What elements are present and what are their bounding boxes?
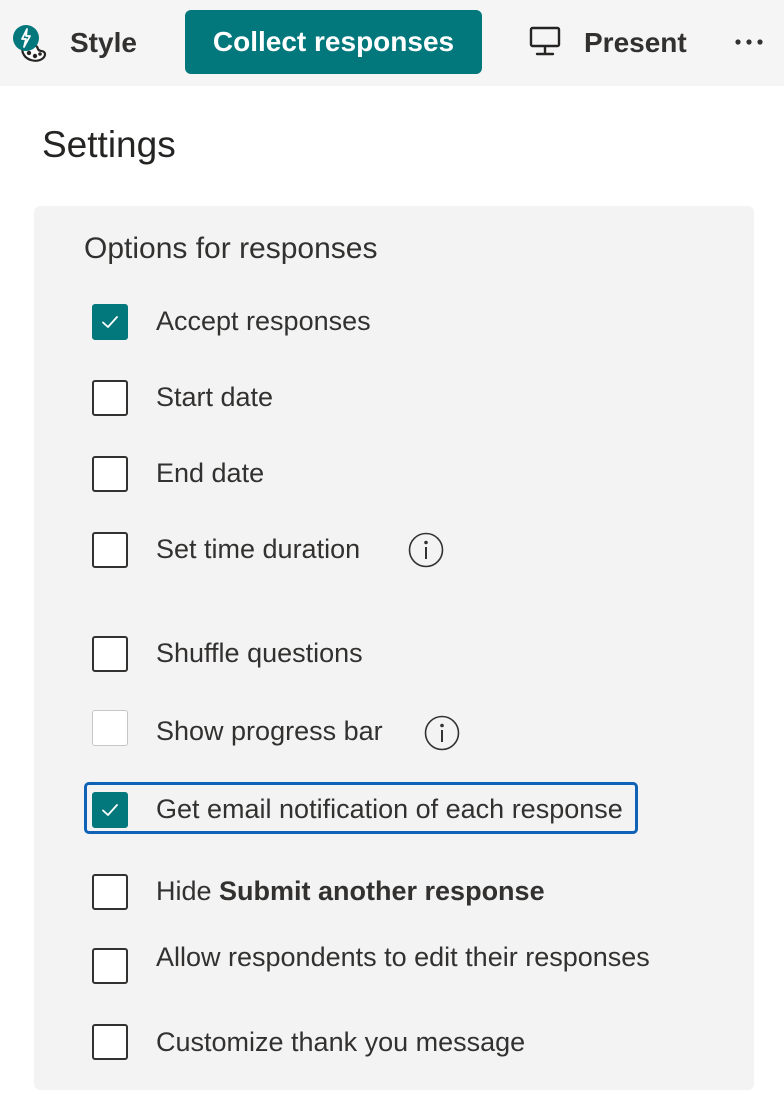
option-label: Start date bbox=[156, 382, 274, 412]
present-button[interactable]: Present bbox=[528, 14, 687, 72]
set-time-duration-checkbox[interactable] bbox=[92, 532, 128, 568]
end-date-checkbox[interactable] bbox=[92, 456, 128, 492]
option-label: Show progress bar bbox=[156, 716, 383, 746]
ellipsis-icon bbox=[734, 33, 766, 51]
monitor-icon bbox=[528, 24, 562, 63]
settings-title: Settings bbox=[42, 124, 176, 165]
option-label-bold: Submit another response bbox=[219, 876, 545, 906]
checkmark-icon bbox=[102, 804, 118, 816]
option-label: Customize thank you message bbox=[156, 1027, 526, 1057]
style-label: Style bbox=[70, 27, 137, 58]
shuffle-questions-checkbox[interactable] bbox=[92, 636, 128, 672]
option-label: Shuffle questions bbox=[156, 638, 363, 668]
option-label: Accept responses bbox=[156, 306, 371, 336]
option-label: Set time duration bbox=[156, 534, 361, 564]
allow-edit-checkbox[interactable] bbox=[92, 948, 128, 984]
option-label: Allow respondents to edit their response… bbox=[156, 942, 650, 972]
show-progress-bar-checkbox[interactable] bbox=[92, 710, 128, 746]
email-notification-checkbox[interactable] bbox=[92, 792, 128, 828]
customize-thank-you-checkbox[interactable] bbox=[92, 1024, 128, 1060]
accept-responses-checkbox[interactable] bbox=[92, 304, 128, 340]
info-icon[interactable] bbox=[424, 715, 460, 751]
options-panel: Options for responses Accept responses S… bbox=[34, 206, 754, 1090]
checkmark-icon bbox=[102, 316, 118, 328]
palette-lightning-icon bbox=[10, 21, 52, 65]
hide-submit-another-checkbox[interactable] bbox=[92, 874, 128, 910]
collect-responses-button[interactable]: Collect responses bbox=[185, 10, 482, 74]
option-label: Get email notification of each response bbox=[156, 794, 623, 824]
option-label: End date bbox=[156, 458, 265, 488]
info-icon[interactable] bbox=[408, 532, 444, 568]
style-button[interactable]: Style bbox=[10, 14, 137, 72]
options-heading: Options for responses bbox=[84, 232, 378, 265]
option-label: Hide Submit another response bbox=[156, 876, 545, 907]
more-options-button[interactable] bbox=[730, 24, 770, 60]
present-label: Present bbox=[584, 27, 687, 58]
toolbar: Style Collect responses Present bbox=[0, 0, 784, 86]
start-date-checkbox[interactable] bbox=[92, 380, 128, 416]
option-label-prefix: Hide bbox=[156, 876, 220, 906]
